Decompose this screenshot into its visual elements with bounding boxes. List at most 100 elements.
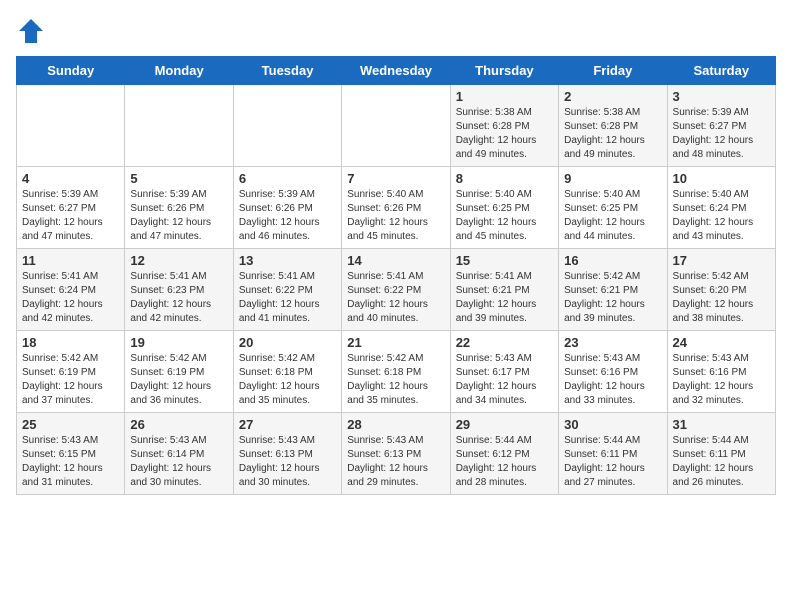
calendar-cell: 20 Sunrise: 5:42 AM Sunset: 6:18 PM Dayli…	[233, 331, 341, 413]
day-number: 17	[673, 253, 770, 268]
calendar-cell: 18Sunrise: 5:42 AM Sunset: 6:19 PM Dayli…	[17, 331, 125, 413]
cell-content: Sunrise: 5:44 AM Sunset: 6:11 PM Dayligh…	[564, 434, 661, 490]
cell-content: Sunrise: 5:42 AM Sunset: 6:18 PM Dayligh…	[347, 352, 444, 408]
calendar-cell: 30 Sunrise: 5:44 AM Sunset: 6:11 PM Dayli…	[559, 413, 667, 495]
day-number: 9	[564, 171, 661, 186]
cell-content: Sunrise: 5:41 AM Sunset: 6:23 PM Dayligh…	[130, 270, 227, 326]
day-number: 3	[673, 89, 770, 104]
cell-content: Sunrise: 5:42 AM Sunset: 6:19 PM Dayligh…	[22, 352, 119, 408]
calendar-header: SundayMondayTuesdayWednesdayThursdayFrid…	[17, 57, 776, 85]
calendar-cell: 5Sunrise: 5:39 AM Sunset: 6:26 PM Daylig…	[125, 167, 233, 249]
cell-content: Sunrise: 5:44 AM Sunset: 6:12 PM Dayligh…	[456, 434, 553, 490]
day-number: 21	[347, 335, 444, 350]
day-number: 8	[456, 171, 553, 186]
cell-content: Sunrise: 5:42 AM Sunset: 6:20 PM Dayligh…	[673, 270, 770, 326]
cell-content: Sunrise: 5:38 AM Sunset: 6:28 PM Dayligh…	[456, 106, 553, 162]
calendar-cell	[17, 85, 125, 167]
cell-content: Sunrise: 5:44 AM Sunset: 6:11 PM Dayligh…	[673, 434, 770, 490]
calendar-week-3: 11 Sunrise: 5:41 AM Sunset: 6:24 PM Dayli…	[17, 249, 776, 331]
day-number: 6	[239, 171, 336, 186]
day-header-saturday: Saturday	[667, 57, 775, 85]
calendar-week-2: 4Sunrise: 5:39 AM Sunset: 6:27 PM Daylig…	[17, 167, 776, 249]
day-header-friday: Friday	[559, 57, 667, 85]
calendar-week-1: 1 Sunrise: 5:38 AM Sunset: 6:28 PM Daylig…	[17, 85, 776, 167]
calendar-cell: 3Sunrise: 5:39 AM Sunset: 6:27 PM Daylig…	[667, 85, 775, 167]
calendar-cell: 23 Sunrise: 5:43 AM Sunset: 6:16 PM Dayli…	[559, 331, 667, 413]
calendar-cell	[233, 85, 341, 167]
calendar-cell: 9 Sunrise: 5:40 AM Sunset: 6:25 PM Daylig…	[559, 167, 667, 249]
cell-content: Sunrise: 5:40 AM Sunset: 6:24 PM Dayligh…	[673, 188, 770, 244]
day-number: 25	[22, 417, 119, 432]
day-number: 10	[673, 171, 770, 186]
calendar-cell: 28 Sunrise: 5:43 AM Sunset: 6:13 PM Dayli…	[342, 413, 450, 495]
calendar-cell: 25 Sunrise: 5:43 AM Sunset: 6:15 PM Dayli…	[17, 413, 125, 495]
calendar-cell: 4Sunrise: 5:39 AM Sunset: 6:27 PM Daylig…	[17, 167, 125, 249]
day-number: 12	[130, 253, 227, 268]
cell-content: Sunrise: 5:43 AM Sunset: 6:14 PM Dayligh…	[130, 434, 227, 490]
cell-content: Sunrise: 5:43 AM Sunset: 6:15 PM Dayligh…	[22, 434, 119, 490]
day-header-row: SundayMondayTuesdayWednesdayThursdayFrid…	[17, 57, 776, 85]
day-header-monday: Monday	[125, 57, 233, 85]
calendar-cell: 26 Sunrise: 5:43 AM Sunset: 6:14 PM Dayli…	[125, 413, 233, 495]
day-number: 7	[347, 171, 444, 186]
day-number: 22	[456, 335, 553, 350]
calendar-cell: 1 Sunrise: 5:38 AM Sunset: 6:28 PM Daylig…	[450, 85, 558, 167]
calendar-cell: 6Sunrise: 5:39 AM Sunset: 6:26 PM Daylig…	[233, 167, 341, 249]
day-number: 29	[456, 417, 553, 432]
calendar-cell: 19Sunrise: 5:42 AM Sunset: 6:19 PM Dayli…	[125, 331, 233, 413]
day-number: 30	[564, 417, 661, 432]
page-header	[16, 16, 776, 46]
day-number: 2	[564, 89, 661, 104]
day-number: 1	[456, 89, 553, 104]
day-number: 15	[456, 253, 553, 268]
cell-content: Sunrise: 5:40 AM Sunset: 6:25 PM Dayligh…	[564, 188, 661, 244]
day-number: 11	[22, 253, 119, 268]
cell-content: Sunrise: 5:43 AM Sunset: 6:13 PM Dayligh…	[239, 434, 336, 490]
cell-content: Sunrise: 5:41 AM Sunset: 6:22 PM Dayligh…	[347, 270, 444, 326]
calendar-cell: 17 Sunrise: 5:42 AM Sunset: 6:20 PM Dayli…	[667, 249, 775, 331]
logo-icon	[16, 16, 46, 46]
calendar-cell: 21 Sunrise: 5:42 AM Sunset: 6:18 PM Dayli…	[342, 331, 450, 413]
calendar-cell: 29 Sunrise: 5:44 AM Sunset: 6:12 PM Dayli…	[450, 413, 558, 495]
calendar-cell: 7 Sunrise: 5:40 AM Sunset: 6:26 PM Daylig…	[342, 167, 450, 249]
day-number: 20	[239, 335, 336, 350]
cell-content: Sunrise: 5:42 AM Sunset: 6:18 PM Dayligh…	[239, 352, 336, 408]
cell-content: Sunrise: 5:43 AM Sunset: 6:17 PM Dayligh…	[456, 352, 553, 408]
calendar-cell: 24Sunrise: 5:43 AM Sunset: 6:16 PM Dayli…	[667, 331, 775, 413]
calendar-week-5: 25 Sunrise: 5:43 AM Sunset: 6:15 PM Dayli…	[17, 413, 776, 495]
cell-content: Sunrise: 5:38 AM Sunset: 6:28 PM Dayligh…	[564, 106, 661, 162]
calendar-cell: 8 Sunrise: 5:40 AM Sunset: 6:25 PM Daylig…	[450, 167, 558, 249]
calendar-cell	[125, 85, 233, 167]
calendar-cell: 11 Sunrise: 5:41 AM Sunset: 6:24 PM Dayli…	[17, 249, 125, 331]
cell-content: Sunrise: 5:41 AM Sunset: 6:24 PM Dayligh…	[22, 270, 119, 326]
calendar-cell: 10 Sunrise: 5:40 AM Sunset: 6:24 PM Dayli…	[667, 167, 775, 249]
cell-content: Sunrise: 5:40 AM Sunset: 6:26 PM Dayligh…	[347, 188, 444, 244]
day-header-sunday: Sunday	[17, 57, 125, 85]
day-number: 23	[564, 335, 661, 350]
day-number: 27	[239, 417, 336, 432]
cell-content: Sunrise: 5:42 AM Sunset: 6:21 PM Dayligh…	[564, 270, 661, 326]
day-number: 19	[130, 335, 227, 350]
cell-content: Sunrise: 5:43 AM Sunset: 6:16 PM Dayligh…	[564, 352, 661, 408]
day-number: 16	[564, 253, 661, 268]
day-number: 5	[130, 171, 227, 186]
calendar-table: SundayMondayTuesdayWednesdayThursdayFrid…	[16, 56, 776, 495]
day-number: 14	[347, 253, 444, 268]
day-number: 31	[673, 417, 770, 432]
day-number: 28	[347, 417, 444, 432]
calendar-cell: 22 Sunrise: 5:43 AM Sunset: 6:17 PM Dayli…	[450, 331, 558, 413]
calendar-cell: 13Sunrise: 5:41 AM Sunset: 6:22 PM Dayli…	[233, 249, 341, 331]
cell-content: Sunrise: 5:41 AM Sunset: 6:21 PM Dayligh…	[456, 270, 553, 326]
cell-content: Sunrise: 5:43 AM Sunset: 6:16 PM Dayligh…	[673, 352, 770, 408]
calendar-cell: 16 Sunrise: 5:42 AM Sunset: 6:21 PM Dayli…	[559, 249, 667, 331]
day-number: 26	[130, 417, 227, 432]
cell-content: Sunrise: 5:40 AM Sunset: 6:25 PM Dayligh…	[456, 188, 553, 244]
cell-content: Sunrise: 5:43 AM Sunset: 6:13 PM Dayligh…	[347, 434, 444, 490]
logo	[16, 16, 50, 46]
day-number: 13	[239, 253, 336, 268]
day-number: 4	[22, 171, 119, 186]
day-header-thursday: Thursday	[450, 57, 558, 85]
calendar-cell: 31 Sunrise: 5:44 AM Sunset: 6:11 PM Dayli…	[667, 413, 775, 495]
calendar-cell: 14 Sunrise: 5:41 AM Sunset: 6:22 PM Dayli…	[342, 249, 450, 331]
day-header-tuesday: Tuesday	[233, 57, 341, 85]
